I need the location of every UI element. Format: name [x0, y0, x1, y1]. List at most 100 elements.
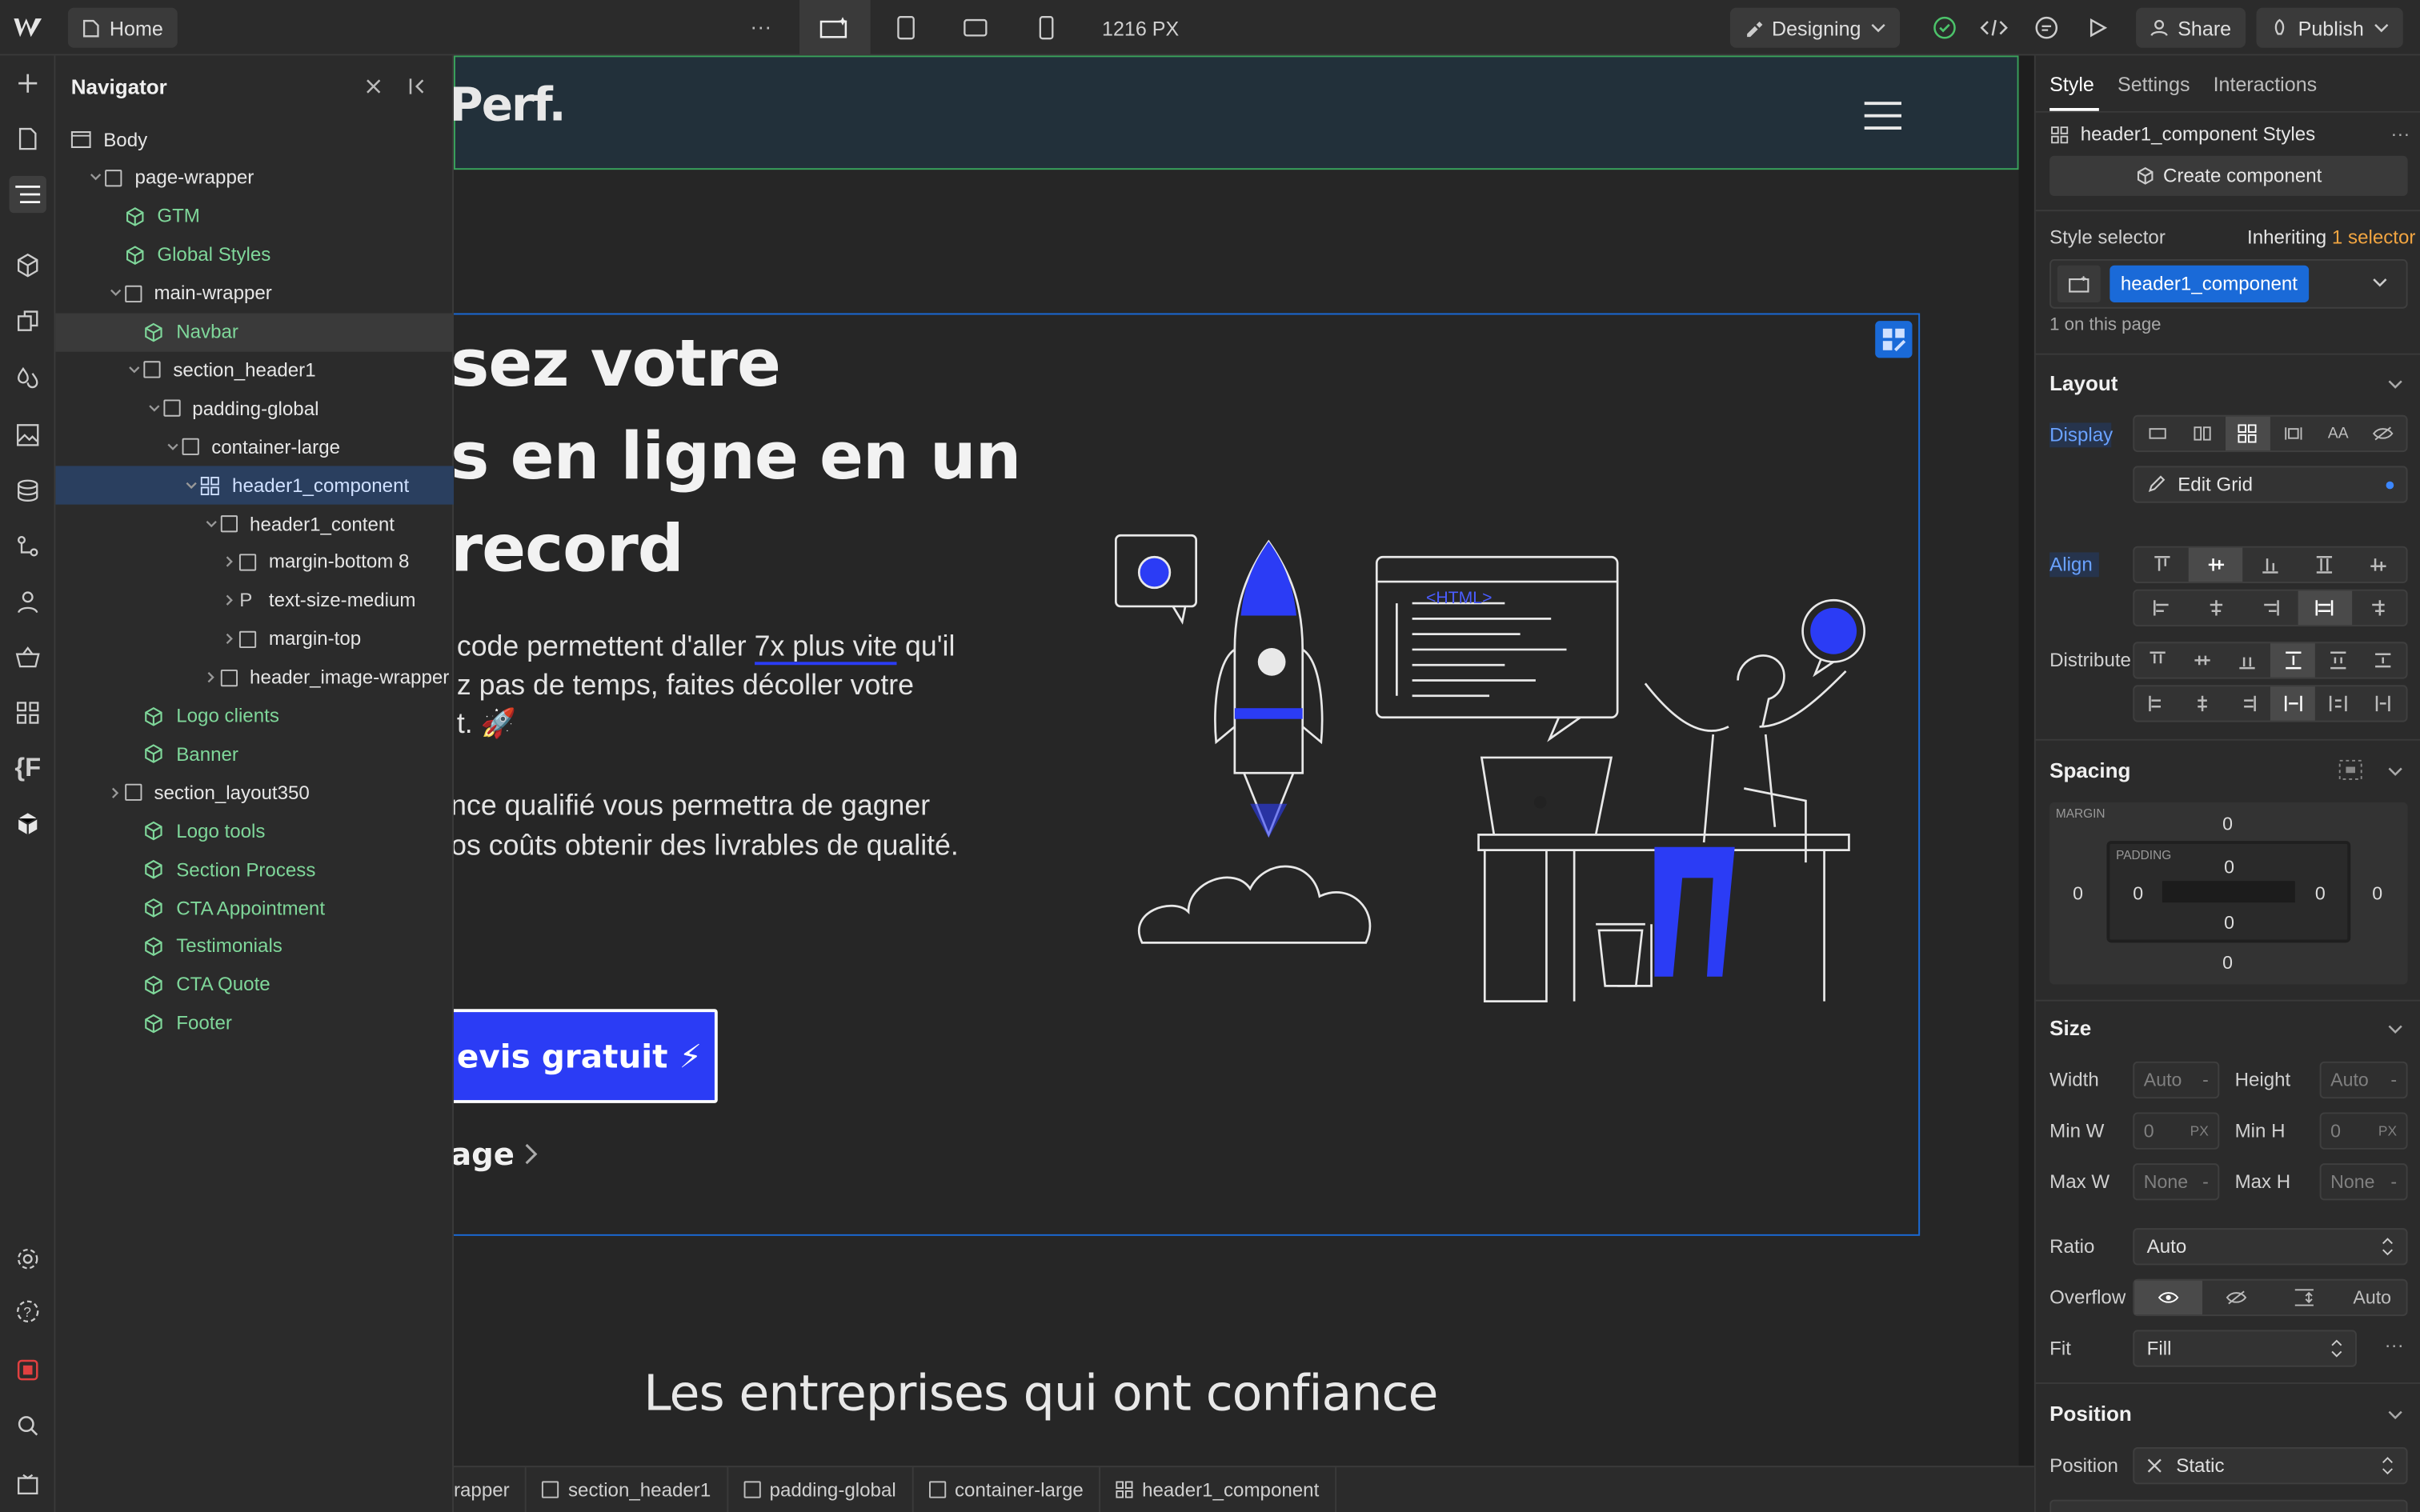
tab-settings[interactable]: Settings — [2118, 73, 2190, 96]
navigator-item-navbar[interactable]: Navbar — [55, 312, 454, 351]
overflow-auto-option[interactable]: Auto — [2338, 1281, 2406, 1314]
display-block-icon[interactable] — [2134, 417, 2180, 450]
min-height-input[interactable]: 0 PX — [2319, 1112, 2408, 1150]
padding-box[interactable]: PADDING 0 0 0 0 — [2106, 841, 2351, 943]
apps-icon[interactable] — [10, 694, 46, 731]
chevron-down-icon[interactable] — [202, 519, 220, 529]
navigator-item-banner[interactable]: Banner — [55, 735, 454, 774]
distribute-h-center-icon[interactable] — [2180, 686, 2226, 720]
display-grid-icon[interactable] — [2225, 416, 2270, 451]
navigator-item-gtm[interactable]: GTM — [55, 197, 454, 235]
desktop-breakpoint-button[interactable] — [799, 0, 871, 56]
add-panel-icon[interactable] — [10, 65, 46, 102]
chevron-down-icon[interactable] — [145, 404, 163, 414]
distribute-h-start-icon[interactable] — [2134, 686, 2180, 720]
spacing-section-title[interactable]: Spacing — [2049, 759, 2130, 782]
display-flex-icon[interactable] — [2180, 417, 2226, 450]
ecommerce-basket-icon[interactable] — [10, 638, 46, 675]
hero-highlight-link[interactable]: 7x plus vite — [755, 629, 898, 666]
selector-field[interactable]: header1_component — [2049, 258, 2408, 309]
overflow-scroll-icon[interactable] — [2270, 1281, 2338, 1314]
chevron-right-icon[interactable] — [202, 671, 220, 683]
breadcrumb-item-container-large[interactable]: container-large — [913, 1466, 1101, 1512]
navigator-item-section-layout350[interactable]: section_layout350 — [55, 774, 454, 812]
display-inline-block-icon[interactable] — [2270, 417, 2316, 450]
navigator-item-margin-bottom-8[interactable]: margin-bottom 8 — [55, 543, 454, 582]
distribute-evenly-icon[interactable] — [2361, 643, 2406, 677]
navigator-item-header1-content[interactable]: header1_content — [55, 505, 454, 543]
height-input[interactable]: Auto - — [2319, 1061, 2408, 1099]
selector-chip[interactable]: header1_component — [2109, 265, 2309, 302]
justify-stretch-icon[interactable] — [2297, 590, 2352, 626]
chevron-down-icon[interactable] — [126, 366, 144, 375]
float-clear-field[interactable] — [2049, 1499, 2408, 1512]
video-tutorials-icon[interactable] — [10, 1466, 46, 1502]
secondary-link[interactable]: age — [454, 1135, 539, 1173]
navigator-item-cta-appointment[interactable]: CTA Appointment — [55, 889, 454, 927]
align-center-icon[interactable] — [2189, 547, 2243, 582]
tab-interactions[interactable]: Interactions — [2214, 73, 2318, 96]
breadcrumb-item-padding-global[interactable]: padding-global — [727, 1466, 913, 1512]
size-section-title[interactable]: Size — [2049, 1017, 2091, 1040]
padding-left-value[interactable]: 0 — [2133, 882, 2143, 904]
code-icon[interactable] — [1974, 8, 2014, 48]
distribute-around-icon[interactable] — [2315, 643, 2361, 677]
navigator-item-section-header1[interactable]: section_header1 — [55, 351, 454, 390]
align-baseline-icon[interactable] — [2352, 548, 2406, 582]
align-stretch-icon[interactable] — [2298, 548, 2352, 582]
finsweet-icon[interactable]: {F — [10, 750, 46, 786]
site-logo[interactable]: Perf. — [454, 78, 567, 132]
navigator-item-header1-component[interactable]: header1_component — [55, 466, 454, 505]
assets-image-icon[interactable] — [10, 417, 46, 454]
chevron-down-icon[interactable] — [2387, 766, 2402, 778]
overflow-hidden-eye-off-icon[interactable] — [2202, 1281, 2270, 1314]
cta-quote-button[interactable]: evis gratuit ⚡ — [453, 1009, 718, 1103]
chevron-down-icon[interactable] — [163, 442, 182, 452]
chevron-down-icon[interactable] — [182, 481, 201, 490]
collapse-panel-icon[interactable] — [407, 77, 429, 95]
breadcrumb-item-page-wrapper[interactable]: rapper — [454, 1466, 527, 1512]
align-bottom-icon[interactable] — [2243, 548, 2298, 582]
share-button[interactable]: Share — [2136, 7, 2246, 48]
layout-section-title[interactable]: Layout — [2049, 372, 2118, 395]
inheriting-info[interactable]: Inheriting 1 selector — [2247, 226, 2415, 248]
navigator-item-cta-quote[interactable]: CTA Quote — [55, 966, 454, 1004]
padding-bottom-value[interactable]: 0 — [2224, 912, 2234, 934]
navigator-item-logo-clients[interactable]: Logo clients — [55, 697, 454, 735]
tab-style[interactable]: Style — [2049, 73, 2094, 96]
navigator-item-main-wrapper[interactable]: main-wrapper — [55, 274, 454, 313]
distribute-center-icon[interactable] — [2180, 643, 2226, 677]
edit-grid-badge-icon[interactable] — [1875, 321, 1913, 358]
navigator-item-margin-top[interactable]: margin-top — [55, 620, 454, 658]
variables-drops-icon[interactable] — [10, 358, 46, 394]
distribute-between-icon[interactable] — [2270, 643, 2316, 678]
breadcrumb-item-header1-component[interactable]: header1_component — [1100, 1466, 1336, 1512]
pages-icon[interactable] — [10, 120, 46, 157]
close-icon[interactable] — [364, 77, 383, 95]
navigator-item-section-process[interactable]: Section Process — [55, 850, 454, 889]
padding-right-value[interactable]: 0 — [2315, 882, 2326, 904]
more-dots-icon[interactable]: ··· — [2390, 123, 2410, 145]
chevron-right-icon[interactable] — [221, 633, 239, 645]
search-icon[interactable] — [10, 1407, 46, 1444]
navigator-item-text-size-medium[interactable]: Ptext-size-medium — [55, 582, 454, 620]
spacing-mode-icon[interactable] — [2338, 759, 2363, 781]
chevron-down-icon[interactable] — [2387, 1409, 2402, 1421]
navigator-item-container-large[interactable]: container-large — [55, 428, 454, 466]
chevron-right-icon[interactable] — [221, 594, 239, 606]
margin-left-value[interactable]: 0 — [2073, 882, 2083, 904]
navigator-item-header-image-wrapper[interactable]: header_image-wrapper — [55, 658, 454, 697]
justify-baseline-icon[interactable] — [2352, 591, 2406, 625]
justify-center-icon[interactable] — [2189, 591, 2243, 625]
distribute-h-end-icon[interactable] — [2225, 686, 2270, 720]
page-selector-button[interactable]: Home — [67, 7, 178, 48]
cms-database-icon[interactable] — [10, 472, 46, 509]
components-icon[interactable] — [10, 247, 46, 284]
distribute-end-icon[interactable] — [2225, 643, 2270, 677]
comments-icon[interactable] — [2026, 8, 2066, 48]
display-inline-text-icon[interactable]: AA — [2315, 417, 2361, 450]
preview-play-icon[interactable] — [2077, 8, 2118, 48]
width-input[interactable]: Auto - — [2133, 1061, 2220, 1099]
overflow-visible-eye-icon[interactable] — [2134, 1280, 2203, 1315]
settings-gear-icon[interactable] — [10, 1241, 46, 1278]
